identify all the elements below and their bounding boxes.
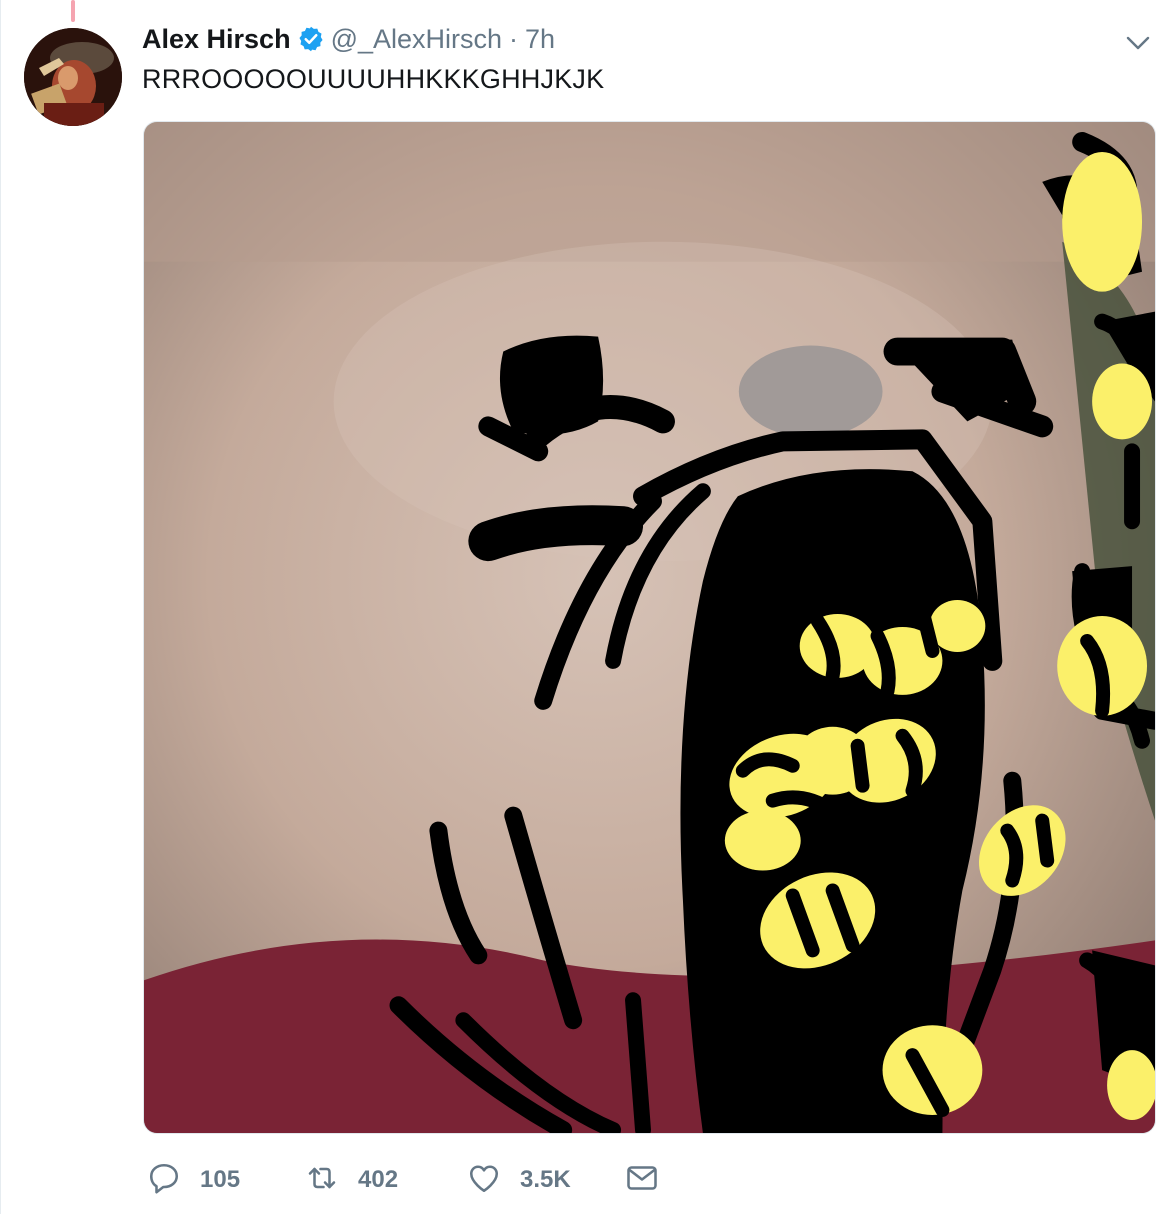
tweet-timestamp[interactable]: 7h: [525, 24, 555, 55]
retweet-icon[interactable]: [304, 1160, 340, 1201]
author-handle[interactable]: @_AlexHirsch: [331, 24, 502, 55]
like-count: 3.5K: [520, 1166, 571, 1193]
chevron-down-icon[interactable]: [1121, 28, 1155, 58]
heart-icon[interactable]: [466, 1160, 502, 1201]
tweet-header: Alex Hirsch @_AlexHirsch · 7h: [142, 22, 555, 56]
reply-action[interactable]: 105: [146, 1158, 240, 1202]
separator-dot: ·: [509, 23, 519, 54]
tweet-media-image[interactable]: [143, 121, 1156, 1134]
timeline-border: [0, 0, 1, 1214]
thread-connector: [71, 0, 75, 22]
tweet-actions: 105 402 3.5K: [142, 1158, 682, 1202]
reply-icon[interactable]: [146, 1160, 182, 1201]
author-name[interactable]: Alex Hirsch: [142, 24, 291, 55]
share-action[interactable]: [624, 1158, 660, 1202]
reply-count: 105: [200, 1166, 241, 1193]
retweet-count: 402: [358, 1166, 399, 1193]
verified-badge-icon: [297, 25, 325, 53]
envelope-icon[interactable]: [624, 1160, 660, 1201]
avatar[interactable]: [24, 28, 122, 126]
retweet-action[interactable]: 402: [304, 1158, 398, 1202]
tweet-text: RRROOOOOUUUUHHKKKGHHJKJK: [142, 64, 605, 94]
like-action[interactable]: 3.5K: [466, 1158, 571, 1202]
